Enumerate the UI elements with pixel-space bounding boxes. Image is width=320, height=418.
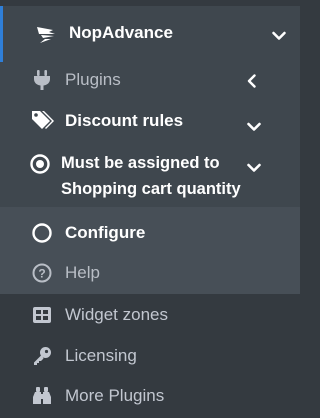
sidebar-item-nopadvance[interactable]: NopAdvance: [0, 6, 300, 62]
question-circle-icon: ?: [30, 261, 54, 285]
dot-circle-icon: [28, 152, 52, 176]
grid-icon: [30, 303, 54, 327]
sidebar-item-label: Discount rules: [65, 111, 184, 130]
sidebar-item-must-be-assigned[interactable]: Must be assigned to Shopping cart quanti…: [0, 144, 300, 208]
circle-icon: [30, 221, 54, 245]
svg-text:?: ?: [38, 267, 45, 281]
key-icon: [30, 344, 54, 368]
binoculars-icon: [30, 384, 54, 408]
chevron-down-icon: [247, 122, 261, 131]
chevron-down-icon: [272, 31, 286, 40]
tags-icon: [30, 108, 54, 132]
sidebar-item-discount-rules[interactable]: Discount rules: [0, 101, 300, 139]
sidebar-item-more-plugins[interactable]: More Plugins: [0, 378, 300, 414]
sidebar-item-label: Must be assigned to Shopping cart quanti…: [61, 154, 241, 198]
sidebar-item-help[interactable]: ? Help: [0, 255, 300, 291]
sidebar-item-label: Widget zones: [65, 305, 168, 324]
sidebar-item-label: Plugins: [65, 70, 121, 89]
sidebar-item-widget-zones[interactable]: Widget zones: [0, 297, 300, 333]
sidebar-item-label: Configure: [65, 223, 146, 242]
sidebar-item-configure[interactable]: Configure: [0, 214, 300, 252]
sidebar-item-label: Help: [65, 263, 100, 282]
sidebar-item-label: Licensing: [65, 346, 137, 365]
chevron-down-icon: [247, 163, 261, 172]
nopadvance-logo-icon: [34, 22, 58, 46]
chevron-left-icon: [247, 74, 256, 88]
sidebar-item-licensing[interactable]: Licensing: [0, 338, 300, 374]
sidebar-item-label: More Plugins: [65, 386, 165, 405]
sidebar-item-plugins[interactable]: Plugins: [0, 62, 300, 98]
sidebar-item-label: NopAdvance: [69, 23, 173, 42]
plug-icon: [30, 68, 54, 92]
